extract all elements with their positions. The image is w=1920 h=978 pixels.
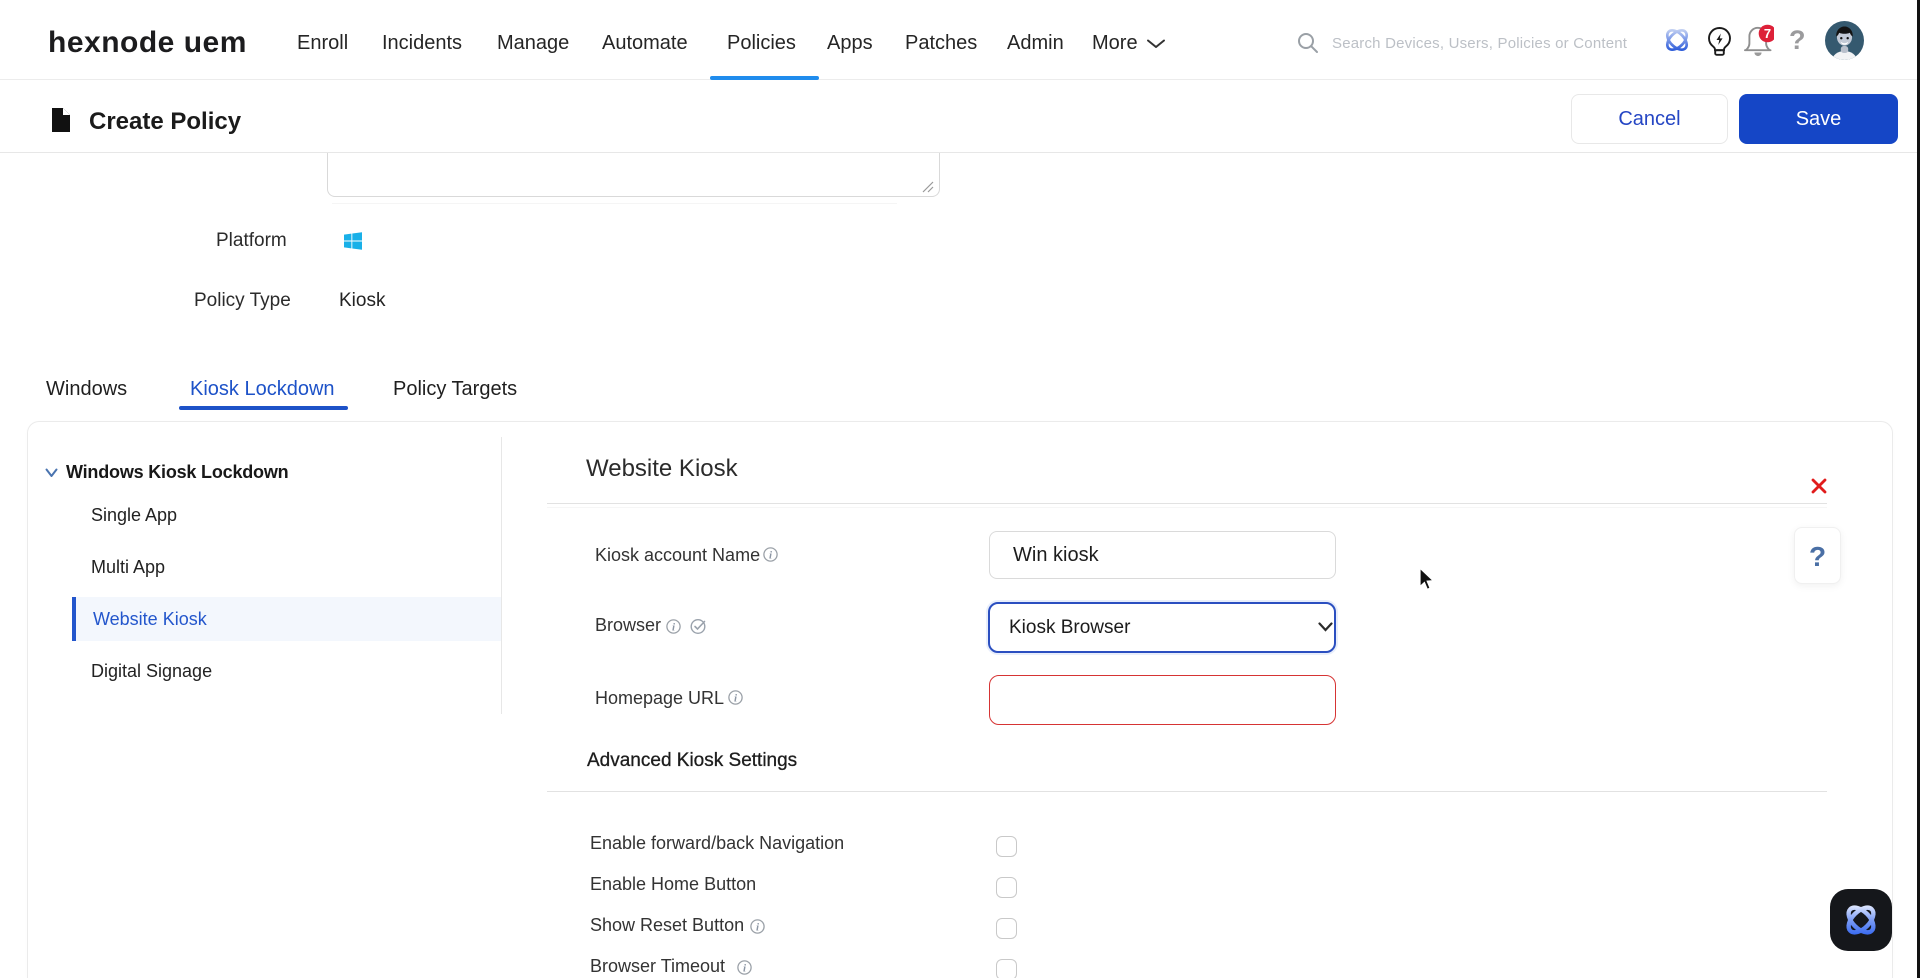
svg-text:i: i: [672, 621, 676, 633]
svg-text:i: i: [734, 692, 738, 704]
svg-text:i: i: [756, 921, 760, 933]
svg-text:7: 7: [1764, 26, 1771, 41]
svg-text:i: i: [769, 549, 773, 561]
svg-text:i: i: [743, 962, 747, 974]
